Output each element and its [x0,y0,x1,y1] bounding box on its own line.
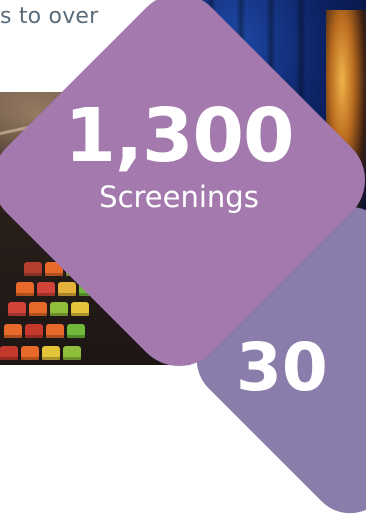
seat [42,346,60,360]
seat [21,346,39,360]
stat-label: Screenings [99,179,259,214]
intro-text: s to over [0,4,99,29]
seat [16,282,34,296]
seat [25,324,43,338]
seat [4,324,22,338]
stat-value-secondary: 30 [236,329,328,406]
seat [63,346,81,360]
seat [0,346,18,360]
seat [67,324,85,338]
seat [46,324,64,338]
seat [8,302,26,316]
stat-value: 1,300 [64,92,294,179]
stat-card: 1,300 Screenings [34,35,324,325]
